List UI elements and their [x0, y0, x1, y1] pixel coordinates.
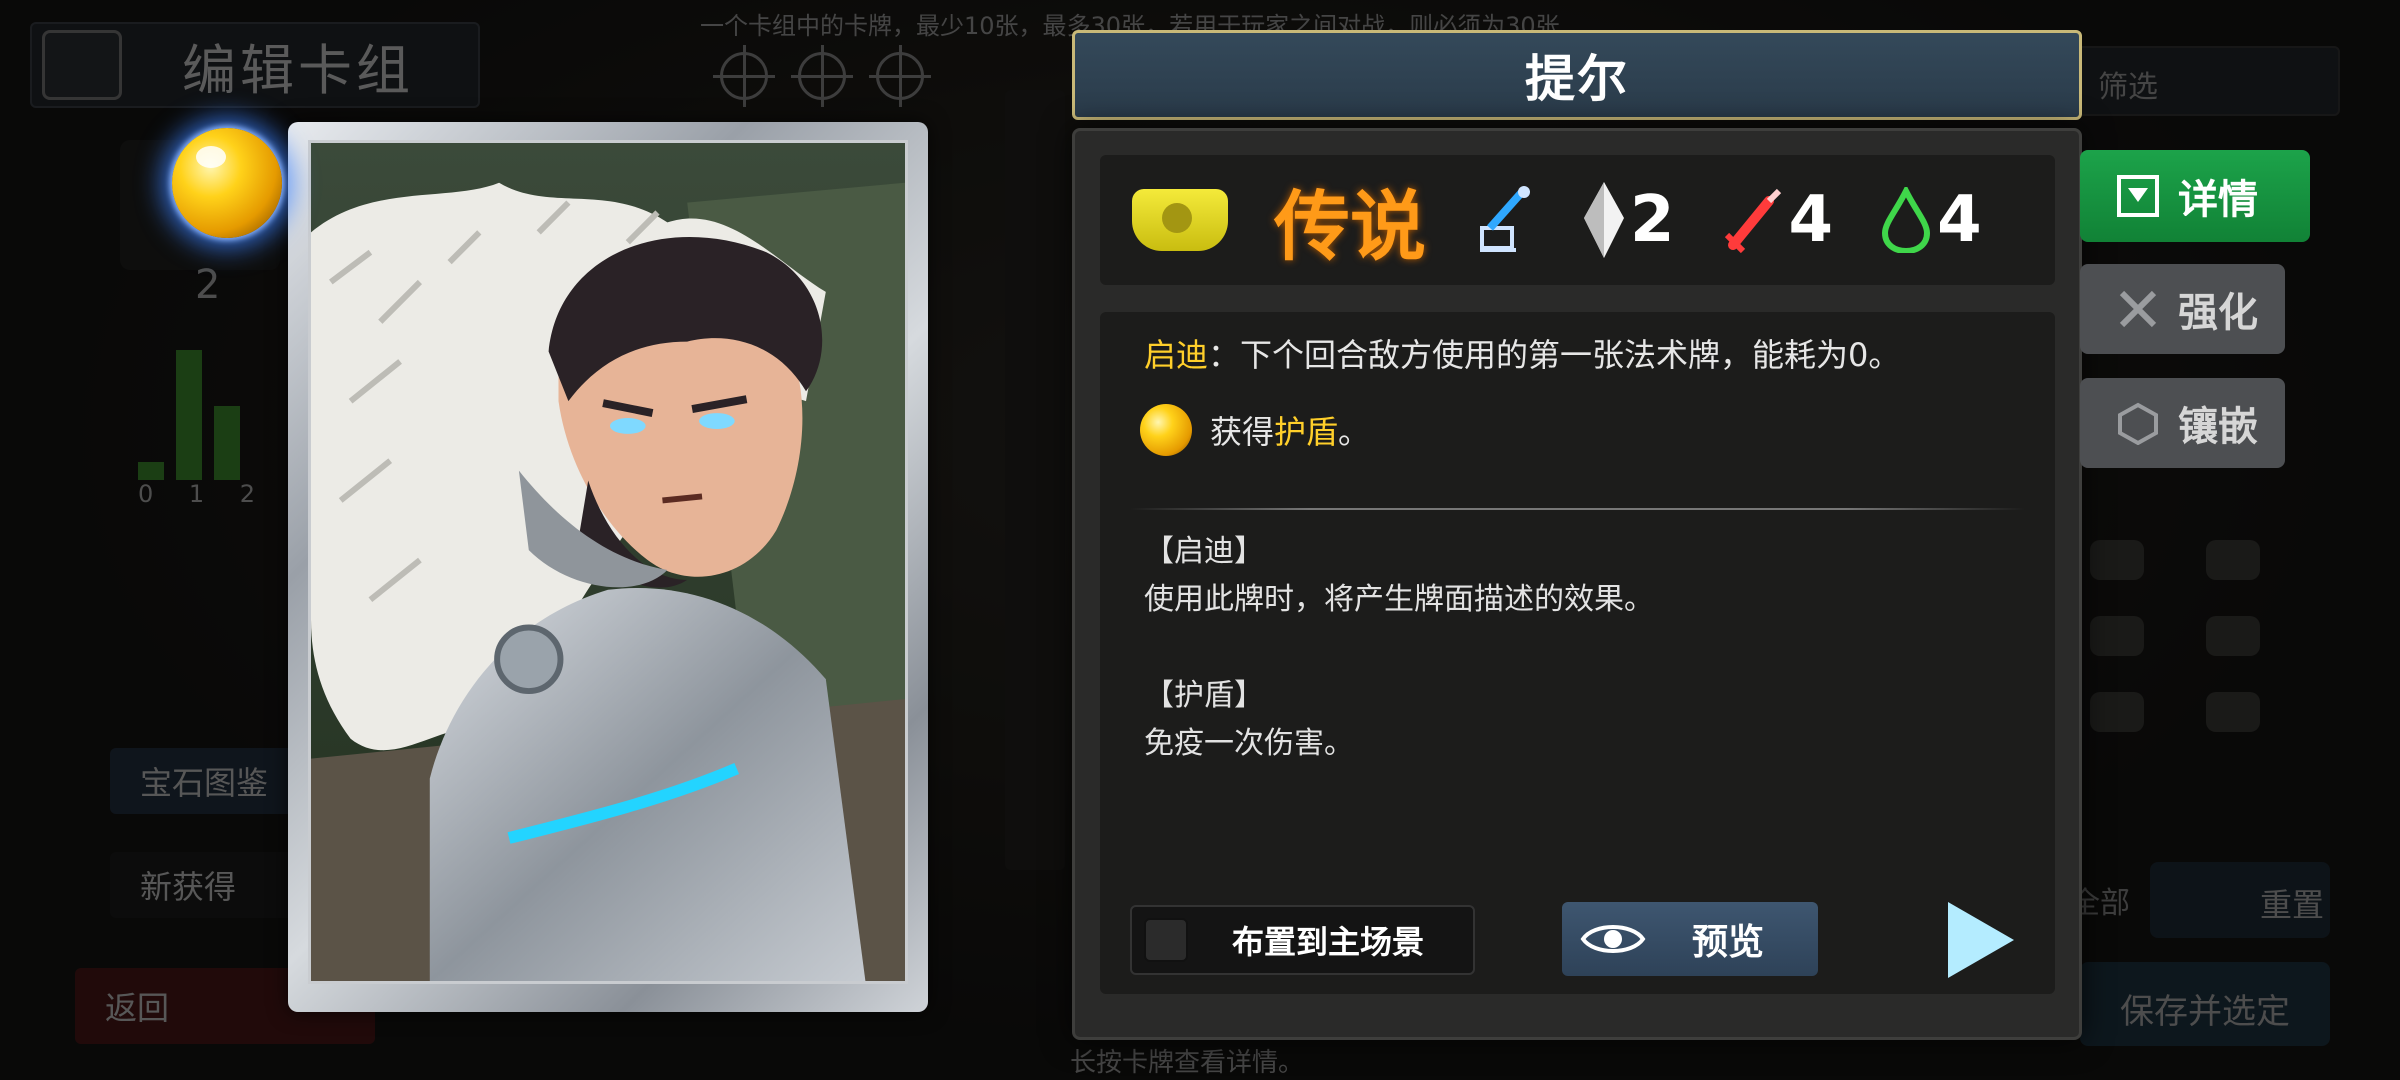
- crosshair-icons: [713, 45, 931, 107]
- crosshair-icon: [791, 45, 853, 107]
- drop-icon: [1882, 187, 1931, 253]
- cost-value: 2: [1630, 183, 1675, 257]
- keyword-title: 【启迪】: [1144, 534, 1264, 569]
- place-to-main-scene-toggle[interactable]: 布置到主场景: [1130, 905, 1475, 975]
- keyword-description: 使用此牌时，将产生牌面描述的效果。: [1144, 582, 1654, 617]
- deck-card-list: [1005, 90, 1065, 870]
- effect-line2-suffix: 。: [1338, 413, 1371, 451]
- inlay-label: 镶嵌: [2178, 404, 2258, 450]
- save-and-select-button[interactable]: 保存并选定: [2080, 962, 2330, 1046]
- reset-button[interactable]: 重置: [2150, 862, 2330, 938]
- health-value: 4: [1937, 183, 1982, 257]
- cost-bar: [214, 406, 240, 480]
- keyword-description: 免疫一次伤害。: [1144, 726, 1354, 761]
- gem-orb-icon: [172, 128, 282, 238]
- filter-icon[interactable]: [2206, 616, 2260, 656]
- eye-icon: [1580, 925, 1646, 953]
- cost-bar: [176, 350, 202, 480]
- card-title-bar: 提尔: [1072, 30, 2082, 120]
- cost-stat-value: 2: [195, 262, 221, 308]
- cost-bar: [138, 462, 164, 480]
- details-label: 详情: [2178, 177, 2258, 223]
- card-rarity: 传说: [1274, 182, 1426, 271]
- card-portrait-image: [311, 143, 905, 981]
- class-icon: [1476, 184, 1536, 256]
- crystal-icon: [1584, 182, 1624, 258]
- card-type-icon: [1132, 189, 1228, 251]
- filter-icon[interactable]: [2206, 540, 2260, 580]
- filter-icon[interactable]: [2206, 692, 2260, 732]
- filter-input[interactable]: 筛选: [2070, 46, 2340, 116]
- enhance-icon: [2119, 290, 2157, 328]
- cost-curve-bars: [130, 330, 290, 480]
- details-icon: [2117, 175, 2159, 217]
- enhance-label: 强化: [2178, 290, 2258, 336]
- crosshair-icon: [713, 45, 775, 107]
- card-name: 提尔: [1525, 50, 1629, 108]
- keyword-enlighten: 启迪: [1144, 336, 1209, 374]
- card-art-area: [308, 140, 908, 984]
- keyword-shield: 护盾: [1274, 413, 1339, 451]
- gem-icon: [1140, 404, 1192, 456]
- place-checkbox[interactable]: [1144, 918, 1188, 962]
- inlay-icon: [2118, 402, 2158, 445]
- effect-line-shield: 获得 护盾。: [1140, 404, 1370, 456]
- filter-icon[interactable]: [2090, 616, 2144, 656]
- effect-line2-prefix: 获得: [1210, 413, 1275, 451]
- enhance-button[interactable]: 强化: [2080, 264, 2285, 354]
- keyword-explanation-enlighten: 【启迪】 使用此牌时，将产生牌面描述的效果。: [1144, 528, 1654, 624]
- attack-value: 4: [1788, 183, 1834, 257]
- new-obtained-toggle[interactable]: 新获得: [110, 852, 310, 918]
- filter-icon[interactable]: [2090, 540, 2144, 580]
- place-to-main-scene-label: 布置到主场景: [1232, 923, 1425, 961]
- deck-editor-title: 编辑卡组: [182, 38, 414, 102]
- preview-label: 预览: [1692, 922, 1765, 963]
- card-effect-box: 启迪：下个回合敌方使用的第一张法术牌，能耗为0。 获得 护盾。 【启迪】 使用此牌…: [1100, 312, 2055, 994]
- inlay-button[interactable]: 镶嵌: [2080, 378, 2285, 468]
- preview-button[interactable]: 预览: [1562, 902, 1818, 976]
- deck-icon: [42, 30, 122, 100]
- keyword-title: 【护盾】: [1144, 678, 1264, 713]
- next-arrow-icon[interactable]: [1940, 898, 2020, 982]
- sword-icon: [1724, 188, 1781, 253]
- card-stats-row: 传说 2 4 4: [1100, 155, 2055, 285]
- filter-icon[interactable]: [2090, 692, 2144, 732]
- gem-guide-button[interactable]: 宝石图鉴: [110, 748, 310, 814]
- long-press-hint: 长按卡牌查看详情。: [1070, 1048, 1305, 1078]
- effect-line1-text: ：下个回合敌方使用的第一张法术牌，能耗为0。: [1208, 336, 1901, 374]
- details-button[interactable]: 详情: [2080, 150, 2310, 242]
- keyword-explanation-shield: 【护盾】 免疫一次伤害。: [1144, 672, 1354, 768]
- health-stat: 4: [1881, 183, 1982, 257]
- cost-stat: 2: [1584, 182, 1675, 258]
- crosshair-icon: [869, 45, 931, 107]
- card-art-frame: [288, 122, 928, 1012]
- effect-line-enlighten: 启迪：下个回合敌方使用的第一张法术牌，能耗为0。: [1144, 330, 1900, 376]
- deck-editor-header: 编辑卡组: [30, 22, 480, 108]
- filter-icon-grid: [2090, 540, 2266, 732]
- attack-stat: 4: [1723, 183, 1834, 257]
- effect-divider: [1130, 508, 2025, 510]
